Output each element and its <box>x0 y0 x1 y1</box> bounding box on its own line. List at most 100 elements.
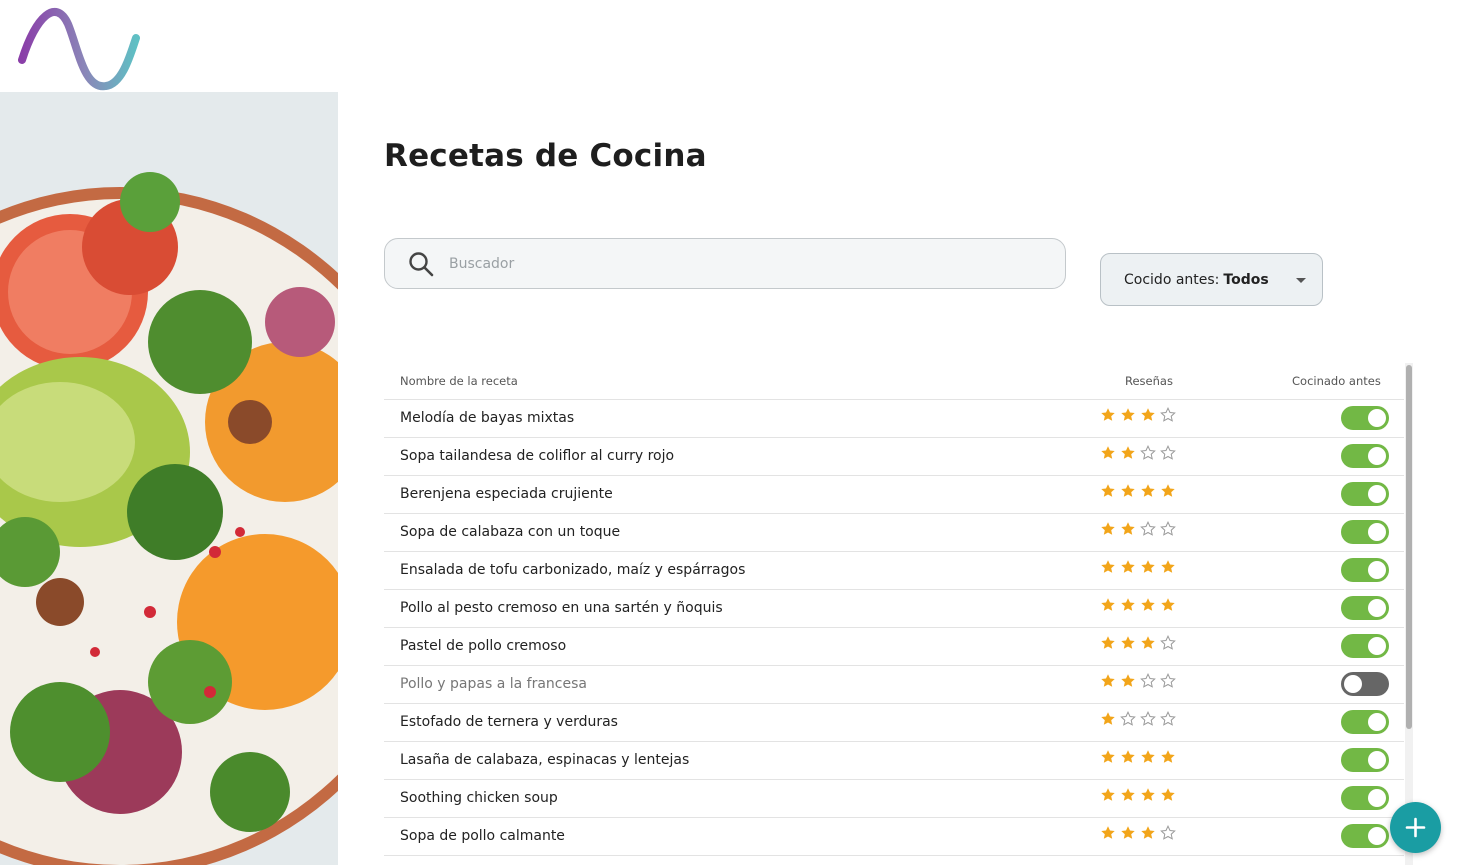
star-filled-icon <box>1161 750 1175 763</box>
search-input[interactable] <box>447 254 1011 273</box>
recipes-table: Nombre de la receta Reseñas Cocinado ant… <box>384 363 1404 856</box>
star-filled-icon <box>1101 788 1115 801</box>
filter-value: Todos <box>1223 271 1269 288</box>
table-row[interactable]: Soothing chicken soup <box>384 780 1404 818</box>
star-empty-icon <box>1120 711 1136 726</box>
star-filled-icon <box>1101 446 1115 459</box>
toggle-knob <box>1368 447 1386 465</box>
table-row[interactable]: Sopa de pollo calmante <box>384 818 1404 856</box>
cooked-toggle[interactable] <box>1341 672 1389 696</box>
scrollbar-thumb[interactable] <box>1406 365 1412 729</box>
wave-logo-icon <box>18 8 140 91</box>
cooked-toggle[interactable] <box>1341 786 1389 810</box>
toggle-knob <box>1368 637 1386 655</box>
recipe-name: Lasaña de calabaza, espinacas y lentejas <box>400 752 690 768</box>
star-empty-icon <box>1140 445 1156 460</box>
star-filled-icon <box>1121 408 1135 421</box>
search-icon <box>409 251 434 276</box>
toggle-knob <box>1368 409 1386 427</box>
plus-icon <box>1405 817 1426 838</box>
table-body: Melodía de bayas mixtas Sopa tailandesa d… <box>384 400 1404 856</box>
rating-stars <box>1100 787 1176 803</box>
column-header-reviews[interactable]: Reseñas <box>1125 374 1173 388</box>
table-row[interactable]: Pastel de pollo cremoso <box>384 628 1404 666</box>
cooked-toggle[interactable] <box>1341 710 1389 734</box>
table-row[interactable]: Sopa de calabaza con un toque <box>384 514 1404 552</box>
cooked-toggle[interactable] <box>1341 634 1389 658</box>
star-empty-icon <box>1160 407 1176 422</box>
star-filled-icon <box>1101 522 1115 535</box>
star-filled-icon <box>1121 826 1135 839</box>
cooked-toggle[interactable] <box>1341 520 1389 544</box>
star-filled-icon <box>1121 750 1135 763</box>
recipe-name: Estofado de ternera y verduras <box>400 714 618 730</box>
table-header: Nombre de la receta Reseñas Cocinado ant… <box>384 363 1404 400</box>
table-row[interactable]: Melodía de bayas mixtas <box>384 400 1404 438</box>
cooked-toggle[interactable] <box>1341 558 1389 582</box>
star-filled-icon <box>1101 712 1115 725</box>
star-filled-icon <box>1141 826 1155 839</box>
cooked-toggle[interactable] <box>1341 482 1389 506</box>
star-filled-icon <box>1161 788 1175 801</box>
table-row[interactable]: Sopa tailandesa de coliflor al curry roj… <box>384 438 1404 476</box>
cooked-toggle[interactable] <box>1341 444 1389 468</box>
star-filled-icon <box>1141 484 1155 497</box>
star-filled-icon <box>1101 484 1115 497</box>
star-filled-icon <box>1121 446 1135 459</box>
toggle-knob <box>1368 599 1386 617</box>
add-recipe-button[interactable] <box>1390 802 1441 853</box>
star-empty-icon <box>1160 711 1176 726</box>
star-filled-icon <box>1141 560 1155 573</box>
star-filled-icon <box>1101 826 1115 839</box>
star-filled-icon <box>1121 484 1135 497</box>
star-filled-icon <box>1121 674 1135 687</box>
star-filled-icon <box>1101 674 1115 687</box>
table-row[interactable]: Pollo al pesto cremoso en una sartén y ñ… <box>384 590 1404 628</box>
cooked-before-filter[interactable]: Cocido antes: Todos <box>1100 253 1323 306</box>
column-header-name[interactable]: Nombre de la receta <box>400 374 518 388</box>
table-row[interactable]: Pollo y papas a la francesa <box>384 666 1404 704</box>
cooked-toggle[interactable] <box>1341 596 1389 620</box>
rating-stars <box>1100 407 1176 423</box>
star-filled-icon <box>1121 636 1135 649</box>
star-filled-icon <box>1141 408 1155 421</box>
star-empty-icon <box>1160 825 1176 840</box>
table-scrollbar[interactable] <box>1405 363 1413 865</box>
star-filled-icon <box>1121 522 1135 535</box>
star-filled-icon <box>1161 560 1175 573</box>
star-filled-icon <box>1141 636 1155 649</box>
rating-stars <box>1100 711 1176 727</box>
cooked-toggle[interactable] <box>1341 748 1389 772</box>
recipe-name: Pollo al pesto cremoso en una sartén y ñ… <box>400 600 723 616</box>
star-filled-icon <box>1101 598 1115 611</box>
star-filled-icon <box>1141 598 1155 611</box>
recipe-name: Ensalada de tofu carbonizado, maíz y esp… <box>400 562 746 578</box>
table-row[interactable]: Estofado de ternera y verduras <box>384 704 1404 742</box>
rating-stars <box>1100 483 1176 499</box>
recipe-name: Pollo y papas a la francesa <box>400 676 587 692</box>
table-row[interactable]: Lasaña de calabaza, espinacas y lentejas <box>384 742 1404 780</box>
cooked-toggle[interactable] <box>1341 406 1389 430</box>
table-row[interactable]: Berenjena especiada crujiente <box>384 476 1404 514</box>
recipe-name: Sopa de pollo calmante <box>400 828 565 844</box>
filter-label: Cocido antes: <box>1124 271 1220 288</box>
recipe-name: Soothing chicken soup <box>400 790 558 806</box>
star-filled-icon <box>1121 560 1135 573</box>
rating-stars <box>1100 749 1176 765</box>
toggle-knob <box>1368 523 1386 541</box>
rating-stars <box>1100 559 1176 575</box>
star-filled-icon <box>1101 408 1115 421</box>
star-empty-icon <box>1160 673 1176 688</box>
star-filled-icon <box>1141 788 1155 801</box>
rating-stars <box>1100 635 1176 651</box>
cooked-toggle[interactable] <box>1341 824 1389 848</box>
star-filled-icon <box>1161 598 1175 611</box>
toggle-knob <box>1368 789 1386 807</box>
table-row[interactable]: Ensalada de tofu carbonizado, maíz y esp… <box>384 552 1404 590</box>
column-header-cooked[interactable]: Cocinado antes <box>1292 374 1381 388</box>
rating-stars <box>1100 445 1176 461</box>
rating-stars <box>1100 521 1176 537</box>
toggle-knob <box>1344 675 1362 693</box>
search-bar[interactable] <box>384 238 1066 289</box>
star-filled-icon <box>1121 598 1135 611</box>
